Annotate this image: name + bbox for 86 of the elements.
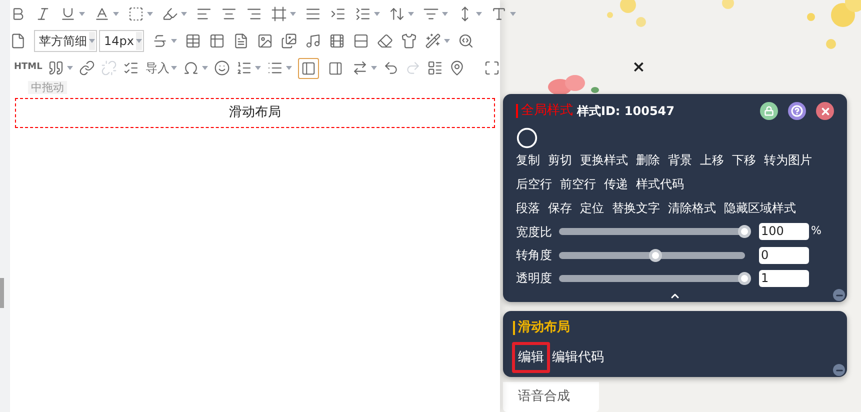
action-link[interactable]: 定位 bbox=[580, 199, 604, 218]
layout-block[interactable]: 滑动布局 bbox=[15, 98, 495, 128]
style-id: 样式ID: 100547 bbox=[577, 103, 674, 120]
slider-thumb[interactable] bbox=[738, 225, 751, 238]
quote-icon[interactable] bbox=[48, 60, 64, 76]
help-icon[interactable] bbox=[788, 102, 806, 120]
table-icon[interactable] bbox=[185, 33, 201, 49]
file-icon[interactable] bbox=[233, 33, 249, 49]
italic-icon[interactable] bbox=[35, 6, 51, 22]
value-field[interactable]: 1 bbox=[759, 270, 809, 287]
import-button[interactable]: 导入 bbox=[145, 59, 170, 77]
music-icon[interactable] bbox=[305, 33, 321, 49]
action-link[interactable]: 前空行 bbox=[560, 175, 596, 194]
smiley-icon[interactable] bbox=[214, 60, 230, 76]
tab[interactable]: 语音合成 bbox=[503, 382, 599, 412]
layout-tool-button[interactable] bbox=[298, 58, 320, 78]
action-link[interactable]: 更换样式 bbox=[580, 150, 628, 169]
image-icon[interactable] bbox=[257, 33, 273, 49]
lock-icon[interactable] bbox=[760, 102, 778, 120]
collapse-icon[interactable] bbox=[355, 6, 371, 22]
fullscreen-icon[interactable] bbox=[484, 60, 500, 76]
map-pin-icon[interactable] bbox=[449, 60, 466, 76]
size-select[interactable]: 14px bbox=[99, 30, 144, 52]
document-icon[interactable] bbox=[10, 33, 26, 49]
spacing-icon[interactable] bbox=[389, 6, 405, 22]
action-link[interactable]: 隐藏区域样式 bbox=[724, 199, 796, 218]
circle-icon[interactable] bbox=[516, 127, 538, 150]
action-link[interactable]: 替换文字 bbox=[612, 199, 660, 218]
slider-label: 宽度比 bbox=[516, 224, 553, 241]
swap-icon[interactable] bbox=[352, 60, 368, 76]
action-link[interactable]: 传递 bbox=[604, 175, 628, 194]
search-icon[interactable] bbox=[458, 33, 474, 49]
font-color-icon[interactable] bbox=[94, 6, 110, 22]
link-icon[interactable] bbox=[79, 60, 96, 76]
close-button[interactable]: × bbox=[632, 59, 646, 76]
rows-icon[interactable] bbox=[353, 33, 369, 49]
action-link[interactable]: 后空行 bbox=[516, 175, 552, 194]
strikethrough-icon[interactable] bbox=[152, 33, 168, 49]
layout-list-icon[interactable] bbox=[427, 60, 444, 76]
align-right-icon[interactable] bbox=[246, 6, 262, 22]
action-link[interactable]: 样式代码 bbox=[636, 175, 684, 194]
align-left-icon[interactable] bbox=[196, 6, 212, 22]
list-icon[interactable] bbox=[123, 60, 140, 76]
panel-title: 滑动布局 bbox=[518, 319, 570, 338]
slider-label: 透明度 bbox=[516, 270, 553, 288]
ordered-list-icon[interactable] bbox=[236, 60, 252, 76]
text-box-icon[interactable] bbox=[128, 6, 144, 22]
close-icon[interactable] bbox=[816, 102, 834, 120]
action-link[interactable]: 剪切 bbox=[548, 150, 572, 169]
value-field[interactable]: 100 bbox=[759, 223, 809, 240]
shirt-icon[interactable] bbox=[401, 33, 417, 49]
action-link[interactable]: 清除格式 bbox=[668, 199, 716, 218]
minimize-icon[interactable] bbox=[833, 364, 845, 376]
gallery-icon[interactable] bbox=[281, 33, 297, 49]
action-link[interactable]: 复制 bbox=[516, 150, 540, 169]
wand-icon[interactable] bbox=[425, 33, 441, 49]
drag-label: 中拖动 bbox=[28, 81, 67, 94]
eraser-icon[interactable] bbox=[377, 33, 393, 49]
edit-button[interactable]: 编辑 bbox=[512, 342, 550, 374]
unit-label: % bbox=[811, 223, 822, 240]
align-justify-icon[interactable] bbox=[305, 6, 321, 22]
scroll-thumb[interactable] bbox=[0, 278, 4, 308]
underline-icon[interactable] bbox=[60, 6, 76, 22]
align-center-icon[interactable] bbox=[221, 6, 237, 22]
slider-label: 转角度 bbox=[516, 247, 553, 264]
slider-thumb[interactable] bbox=[738, 272, 751, 285]
action-link[interactable]: 背景 bbox=[668, 150, 692, 169]
action-link[interactable]: 段落 bbox=[516, 199, 540, 218]
font-select[interactable]: 苹方简细 bbox=[34, 30, 97, 52]
action-link[interactable]: 下移 bbox=[732, 150, 756, 169]
grid-table-icon[interactable] bbox=[209, 33, 225, 49]
panel-title: 全局样式 bbox=[521, 102, 573, 120]
minimize-icon[interactable] bbox=[833, 289, 845, 302]
video-icon[interactable] bbox=[329, 33, 345, 49]
indent-icon[interactable] bbox=[330, 6, 346, 22]
slider-thumb[interactable] bbox=[648, 248, 662, 262]
highlight-icon[interactable] bbox=[162, 6, 178, 22]
edit-button[interactable]: 编辑代码 bbox=[550, 342, 606, 374]
omega-icon[interactable] bbox=[183, 60, 200, 76]
undo-icon[interactable] bbox=[383, 60, 400, 76]
value-field[interactable]: 0 bbox=[759, 246, 809, 264]
html-button[interactable]: HTML bbox=[14, 61, 42, 75]
action-link[interactable]: 删除 bbox=[636, 150, 660, 169]
action-link[interactable]: 保存 bbox=[548, 199, 572, 218]
action-link[interactable]: 转为图片 bbox=[764, 150, 812, 169]
action-link[interactable]: 上移 bbox=[700, 150, 724, 169]
